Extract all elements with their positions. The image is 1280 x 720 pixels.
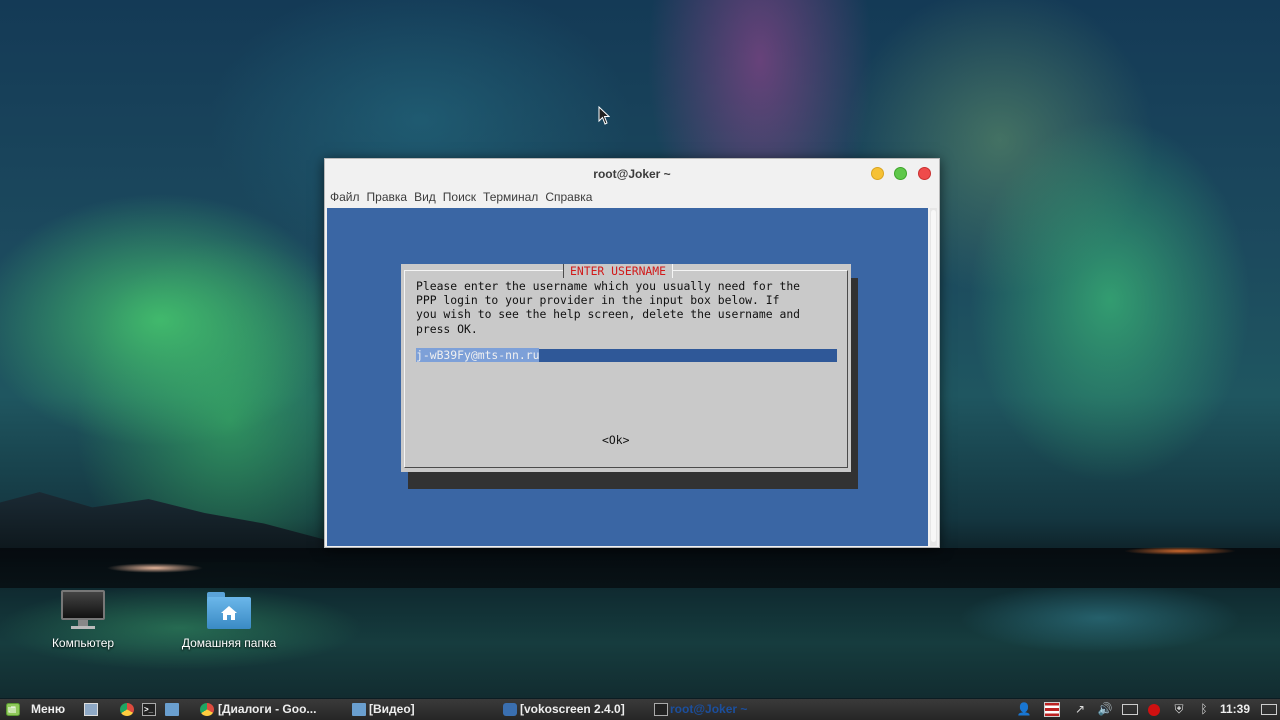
desktop-icon-label: Домашняя папка — [181, 636, 277, 650]
wallpaper-lights — [90, 562, 220, 574]
clock[interactable]: 11:39 — [1220, 699, 1250, 720]
username-input-value: j-wB39Fy@mts-nn.ru — [416, 348, 540, 362]
menu-help[interactable]: Справка — [545, 187, 592, 207]
us-flag-icon[interactable] — [1044, 702, 1060, 717]
minimize-button[interactable] — [871, 167, 884, 180]
show-desktop-icon[interactable] — [84, 703, 98, 716]
ok-button[interactable]: <Ok> — [602, 433, 629, 447]
wallpaper-lights-right — [1110, 546, 1250, 556]
chrome-icon — [200, 703, 214, 716]
files-launcher-icon[interactable] — [165, 703, 179, 716]
vokoscreen-icon — [503, 703, 517, 716]
task-chrome[interactable]: [Диалоги - Goo... — [218, 699, 316, 720]
shield-icon[interactable]: ⛨ — [1171, 702, 1187, 717]
terminal-icon — [654, 703, 668, 716]
menu-view[interactable]: Вид — [414, 187, 436, 207]
username-dialog: ENTER USERNAME Please enter the username… — [401, 264, 851, 472]
menu-bar: Файл Правка Вид Поиск Терминал Справка — [325, 187, 939, 207]
maximize-button[interactable] — [894, 167, 907, 180]
taskbar: Меню >_ [Диалоги - Goo... [Видео] [vokos… — [0, 699, 1280, 720]
folder-icon — [352, 703, 366, 716]
mouse-cursor-icon — [598, 106, 610, 125]
computer-icon — [61, 590, 105, 630]
user-icon[interactable]: 👤 — [1016, 702, 1032, 717]
battery-icon[interactable] — [1122, 704, 1138, 715]
close-button[interactable] — [918, 167, 931, 180]
menu-search[interactable]: Поиск — [443, 187, 476, 207]
bluetooth-icon[interactable]: ᛒ — [1196, 702, 1212, 717]
terminal-launcher-icon[interactable]: >_ — [142, 703, 156, 716]
desktop-icon-computer[interactable]: Компьютер — [23, 590, 143, 650]
network-icon[interactable]: ↗ — [1072, 702, 1088, 717]
dialog-title: ENTER USERNAME — [563, 264, 674, 278]
chrome-launcher-icon[interactable] — [120, 703, 134, 716]
task-terminal[interactable]: root@Joker ~ — [670, 699, 747, 720]
window-title[interactable]: root@Joker ~ — [325, 159, 939, 187]
workspace-switcher-icon[interactable] — [1261, 704, 1277, 715]
menu-file[interactable]: Файл — [330, 187, 360, 207]
username-input[interactable]: j-wB39Fy@mts-nn.ru — [416, 348, 837, 362]
home-folder-icon — [207, 592, 251, 630]
menu-button[interactable]: Меню — [31, 699, 65, 720]
task-video-folder[interactable]: [Видео] — [369, 699, 415, 720]
desktop-icon-home-folder[interactable]: Домашняя папка — [169, 592, 289, 650]
menu-edit[interactable]: Правка — [367, 187, 408, 207]
dialog-message: Please enter the username which you usua… — [416, 279, 801, 336]
menu-terminal[interactable]: Терминал — [483, 187, 538, 207]
task-vokoscreen[interactable]: [vokoscreen 2.4.0] — [520, 699, 625, 720]
desktop-icon-label: Компьютер — [51, 636, 115, 650]
mint-menu-icon — [6, 703, 20, 716]
record-icon[interactable] — [1148, 704, 1160, 716]
terminal-scrollbar[interactable] — [930, 208, 937, 546]
volume-icon[interactable]: 🔊 — [1097, 702, 1113, 717]
